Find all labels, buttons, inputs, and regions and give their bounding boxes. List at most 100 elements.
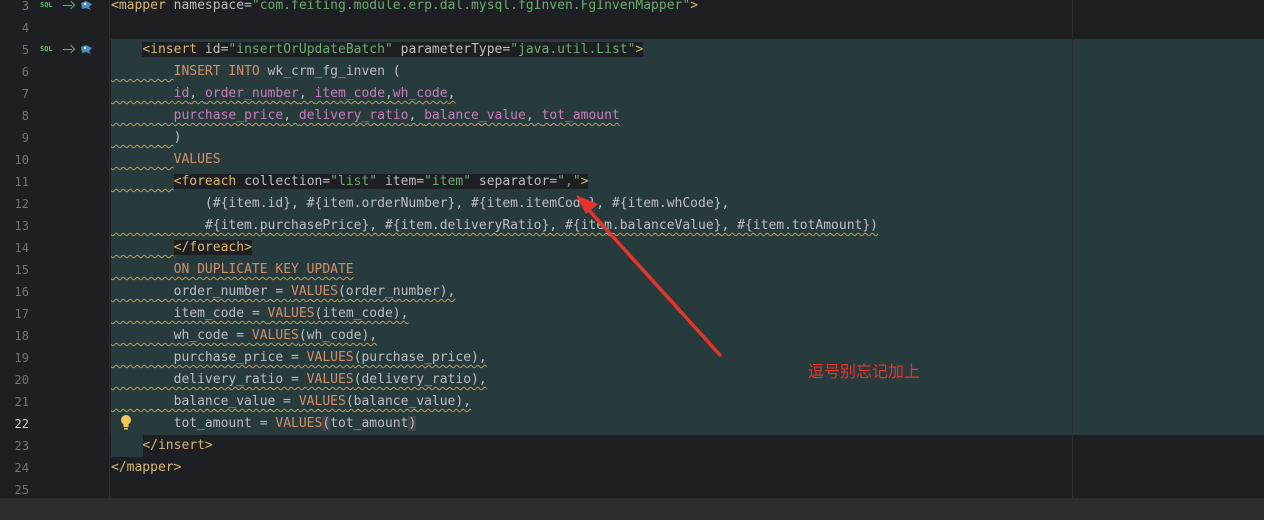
code-line[interactable]: purchase_price = VALUES(purchase_price),: [111, 347, 487, 369]
line-number[interactable]: 8: [0, 105, 29, 127]
code-token: VALUES: [267, 306, 315, 321]
line-number[interactable]: 21: [0, 391, 29, 413]
code-token: >: [635, 42, 644, 57]
code-token: "insertOrUpdateBatch": [228, 42, 393, 57]
line-number[interactable]: 13: [0, 215, 29, 237]
code-line[interactable]: delivery_ratio = VALUES(delivery_ratio),: [111, 369, 487, 391]
line-number[interactable]: 20: [0, 369, 29, 391]
code-token: delivery_ratio: [298, 108, 409, 123]
code-token: id=: [197, 42, 229, 57]
code-token: item_code =: [111, 306, 268, 321]
right-margin-guide: [1072, 0, 1073, 498]
code-line[interactable]: wh_code = VALUES(wh_code),: [111, 325, 378, 347]
code-token: namespace=: [165, 0, 252, 13]
line-number[interactable]: 24: [0, 457, 29, 479]
code-token: </mapper>: [111, 460, 182, 475]
code-token: item_code: [314, 86, 385, 101]
code-line[interactable]: tot_amount = VALUES(tot_amount): [111, 413, 417, 435]
code-token: wh_code =: [111, 328, 252, 343]
code-token: ): [408, 416, 417, 431]
code-line[interactable]: </foreach>: [111, 237, 252, 259]
line-number[interactable]: 10: [0, 149, 29, 171]
code-token: tot_amount: [330, 416, 409, 431]
line-number[interactable]: 17: [0, 303, 29, 325]
code-line[interactable]: purchase_price, delivery_ratio, balance_…: [111, 105, 620, 127]
line-number[interactable]: 15: [0, 259, 29, 281]
code-token: ,: [283, 108, 299, 123]
code-token: ,: [408, 108, 425, 123]
line-number[interactable]: 25: [0, 479, 29, 498]
code-token: VALUES: [306, 350, 354, 365]
code-token: ,: [384, 86, 393, 101]
lightbulb-icon[interactable]: [119, 414, 133, 432]
code-token: (: [322, 416, 331, 431]
code-line[interactable]: ): [111, 127, 182, 149]
line-number[interactable]: 3: [0, 0, 29, 17]
code-line[interactable]: VALUES: [111, 149, 221, 171]
code-token: "item": [424, 174, 472, 189]
navigate-arrow-icon[interactable]: [63, 5, 72, 6]
code-token: </foreach>: [173, 240, 252, 255]
code-token: (delivery_ratio),: [353, 372, 487, 387]
code-token: ): [173, 130, 182, 145]
code-token: ,: [298, 86, 315, 101]
status-bar: [0, 498, 1264, 520]
line-number[interactable]: 4: [0, 17, 29, 39]
line-number[interactable]: 16: [0, 281, 29, 303]
code-token: (#{item.id}, #{item.orderNumber}, #{item…: [111, 196, 730, 211]
code-token: <foreach: [173, 174, 237, 189]
code-line[interactable]: <mapper namespace="com.feiting.module.er…: [111, 0, 698, 17]
code-token: wh_code: [392, 86, 448, 101]
code-line[interactable]: #{item.purchasePrice}, #{item.deliveryRa…: [111, 215, 878, 237]
code-token: tot_amount =: [111, 416, 276, 431]
line-number[interactable]: 18: [0, 325, 29, 347]
line-number[interactable]: 6: [0, 61, 29, 83]
code-area[interactable]: <mapper namespace="com.feiting.module.er…: [111, 0, 1264, 498]
code-token: ,: [525, 108, 542, 123]
code-token: delivery_ratio =: [111, 372, 307, 387]
code-token: ,: [189, 86, 205, 101]
line-number[interactable]: 23: [0, 435, 29, 457]
code-line[interactable]: ON DUPLICATE KEY UPDATE: [111, 259, 354, 281]
code-line[interactable]: INSERT INTO wk_crm_fg_inven (: [111, 61, 401, 83]
code-token: id: [173, 86, 190, 101]
code-line[interactable]: <foreach collection="list" item="item" s…: [111, 171, 589, 193]
line-number[interactable]: 22: [0, 413, 29, 435]
line-number[interactable]: 7: [0, 83, 29, 105]
line-number[interactable]: 11: [0, 171, 29, 193]
line-number[interactable]: 5: [0, 39, 29, 61]
code-token: >: [690, 0, 699, 13]
code-token: </insert>: [142, 438, 213, 453]
code-token: VALUES: [251, 328, 299, 343]
code-line[interactable]: id, order_number, item_code,wh_code,: [111, 83, 456, 105]
code-line[interactable]: order_number = VALUES(order_number),: [111, 281, 456, 303]
code-token: (purchase_price),: [353, 350, 487, 365]
code-line[interactable]: <insert id="insertOrUpdateBatch" paramet…: [111, 39, 644, 61]
mybatis-bird-icon[interactable]: [80, 44, 93, 55]
code-token: <mapper: [111, 0, 166, 13]
code-token: VALUES: [306, 372, 354, 387]
line-number[interactable]: 14: [0, 237, 29, 259]
code-line[interactable]: balance_value = VALUES(balance_value),: [111, 391, 471, 413]
navigate-arrow-icon[interactable]: [63, 49, 72, 50]
line-number[interactable]: 19: [0, 347, 29, 369]
code-line[interactable]: item_code = VALUES(item_code),: [111, 303, 409, 325]
code-token: balance_value: [424, 108, 526, 123]
line-number[interactable]: 9: [0, 127, 29, 149]
code-token: purchase_price =: [111, 350, 307, 365]
code-token: tot_amount: [541, 108, 620, 123]
code-token: >: [580, 174, 589, 189]
code-editor[interactable]: 3 4 5 6 7 8 9 10 11 12 13 14 15 16 17 18 19 20 21 22 23 24 25 S…: [0, 0, 1264, 498]
code-line[interactable]: </mapper>: [111, 457, 181, 479]
code-line[interactable]: </insert>: [111, 435, 213, 457]
editor-gutter[interactable]: 3 4 5 6 7 8 9 10 11 12 13 14 15 16 17 18 19 20 21 22 23 24 25 S…: [0, 0, 110, 498]
code-line[interactable]: (#{item.id}, #{item.orderNumber}, #{item…: [111, 193, 729, 215]
line-number[interactable]: 12: [0, 193, 29, 215]
mybatis-bird-icon[interactable]: [80, 0, 93, 11]
